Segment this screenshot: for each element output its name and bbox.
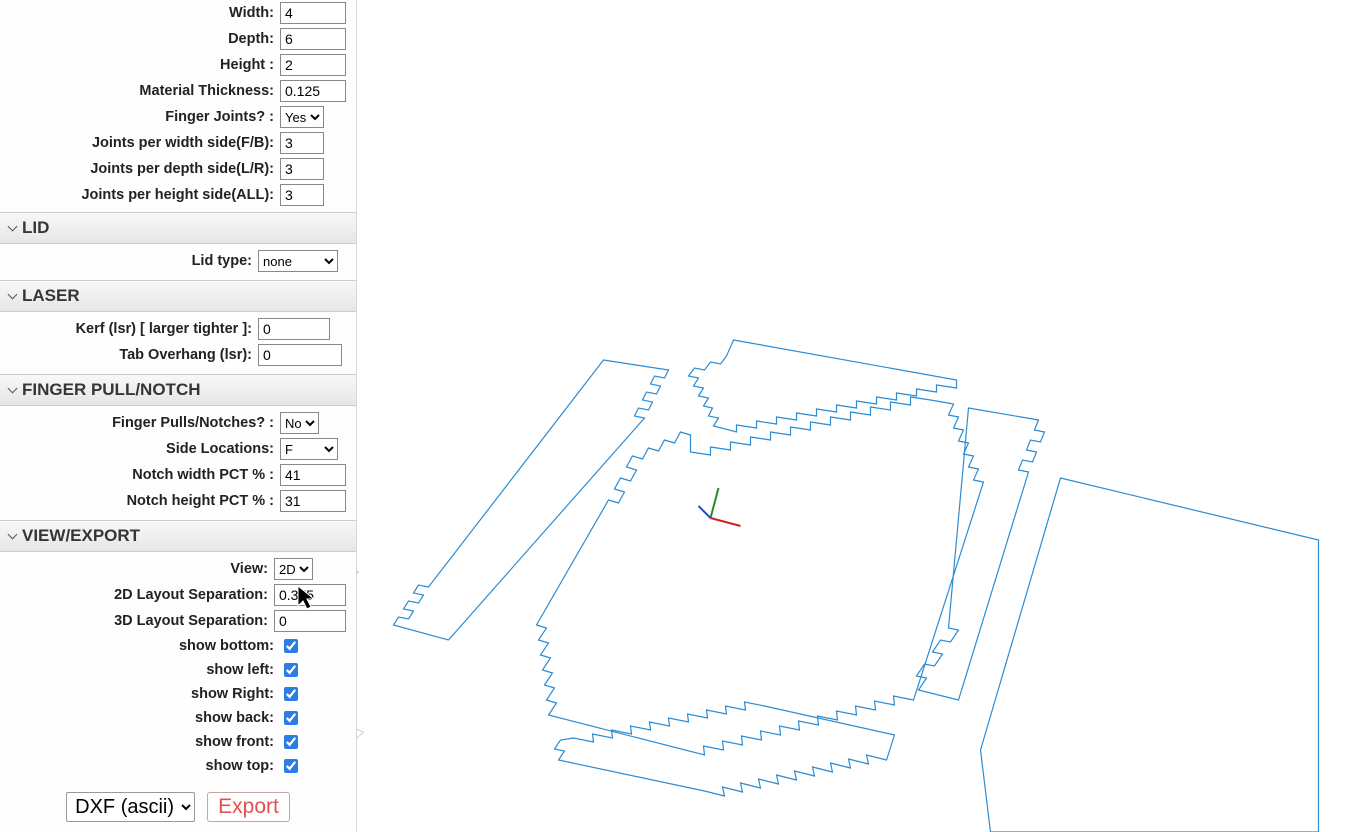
show-back-label: show back: — [12, 710, 274, 726]
show-bottom-label: show bottom: — [12, 638, 274, 654]
width-label: Width: — [12, 5, 274, 21]
chevron-down-icon — [8, 385, 18, 395]
show-top-checkbox[interactable] — [284, 759, 298, 773]
show-left-checkbox[interactable] — [284, 663, 298, 677]
joints-height-input[interactable] — [280, 184, 324, 206]
chevron-down-icon — [8, 291, 18, 301]
show-top-label: show top: — [12, 758, 274, 774]
thickness-label: Material Thickness: — [12, 83, 274, 99]
show-back-checkbox[interactable] — [284, 711, 298, 725]
section-laser-title: LASER — [22, 286, 80, 306]
lid-type-select[interactable]: none — [258, 250, 338, 272]
notch-side-select[interactable]: F — [280, 438, 338, 460]
depth-input[interactable] — [280, 28, 346, 50]
tab-overhang-input[interactable] — [258, 344, 342, 366]
export-format-select[interactable]: DXF (ascii) — [66, 792, 195, 822]
sep3d-input[interactable] — [274, 610, 346, 632]
section-lid-title: LID — [22, 218, 49, 238]
chevron-down-icon — [8, 223, 18, 233]
notch-height-pct-label: Notch height PCT % : — [12, 493, 274, 509]
thickness-input[interactable] — [280, 80, 346, 102]
export-button[interactable]: Export — [207, 792, 290, 822]
joints-depth-input[interactable] — [280, 158, 324, 180]
show-left-label: show left: — [12, 662, 274, 678]
kerf-label: Kerf (lsr) [ larger tighter ]: — [12, 321, 252, 337]
joints-width-label: Joints per width side(F/B): — [12, 135, 274, 151]
show-right-label: show Right: — [12, 686, 274, 702]
notch-side-label: Side Locations: — [12, 441, 274, 457]
section-laser[interactable]: LASER — [0, 280, 356, 312]
show-right-checkbox[interactable] — [284, 687, 298, 701]
section-view-export-title: VIEW/EXPORT — [22, 526, 140, 546]
section-view-export[interactable]: VIEW/EXPORT — [0, 520, 356, 552]
section-notch[interactable]: FINGER PULL/NOTCH — [0, 374, 356, 406]
width-input[interactable] — [280, 2, 346, 24]
show-bottom-checkbox[interactable] — [284, 639, 298, 653]
notch-width-pct-input[interactable] — [280, 464, 346, 486]
tab-overhang-label: Tab Overhang (lsr): — [12, 347, 252, 363]
notch-enable-label: Finger Pulls/Notches? : — [12, 415, 274, 431]
show-front-label: show front: — [12, 734, 274, 750]
section-notch-title: FINGER PULL/NOTCH — [22, 380, 201, 400]
preview-canvas[interactable] — [357, 0, 1370, 832]
kerf-input[interactable] — [258, 318, 330, 340]
section-lid[interactable]: LID — [0, 212, 356, 244]
parameter-sidebar: Width: Depth: Height : Material Thicknes… — [0, 0, 357, 832]
notch-width-pct-label: Notch width PCT % : — [12, 467, 274, 483]
depth-label: Depth: — [12, 31, 274, 47]
view-select[interactable]: 2D — [274, 558, 313, 580]
box-layout-svg — [357, 0, 1370, 832]
finger-joints-label: Finger Joints? : — [12, 109, 274, 125]
notch-enable-select[interactable]: No — [280, 412, 319, 434]
height-input[interactable] — [280, 54, 346, 76]
notch-height-pct-input[interactable] — [280, 490, 346, 512]
joints-width-input[interactable] — [280, 132, 324, 154]
joints-depth-label: Joints per depth side(L/R): — [12, 161, 274, 177]
show-front-checkbox[interactable] — [284, 735, 298, 749]
joints-height-label: Joints per height side(ALL): — [12, 187, 274, 203]
sep2d-input[interactable] — [274, 584, 346, 606]
sep2d-label: 2D Layout Separation: — [12, 587, 268, 603]
chevron-down-icon — [8, 531, 18, 541]
lid-type-label: Lid type: — [12, 253, 252, 269]
finger-joints-select[interactable]: Yes — [280, 106, 324, 128]
view-label: View: — [12, 561, 268, 577]
sep3d-label: 3D Layout Separation: — [12, 613, 268, 629]
height-label: Height : — [12, 57, 274, 73]
